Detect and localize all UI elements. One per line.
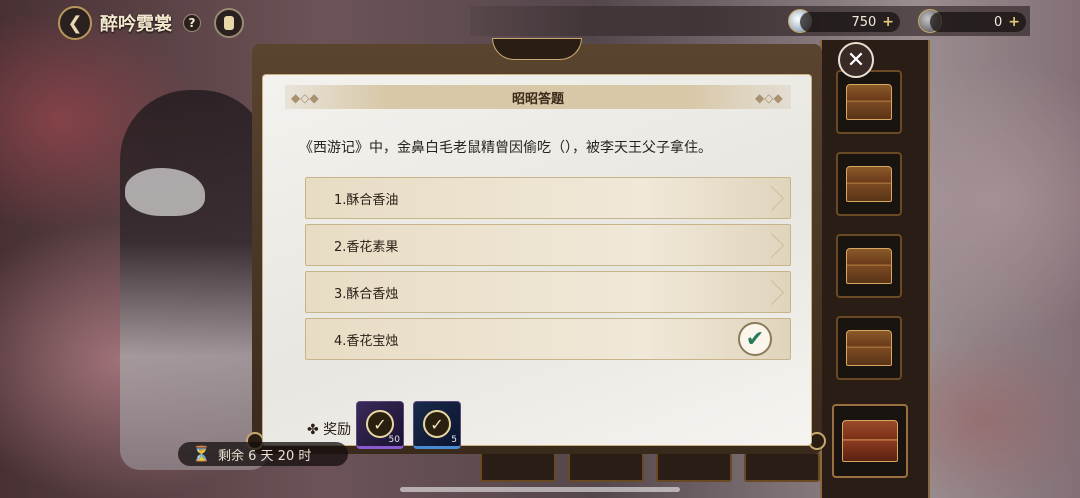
chest-icon: [846, 166, 892, 202]
dialog-title: 昭昭答题: [511, 91, 564, 107]
answer-option-3[interactable]: 3.酥合香烛: [305, 271, 791, 313]
answer-option-label: 1.酥合香油: [334, 192, 399, 208]
answer-option-label: 3.酥合香烛: [334, 286, 399, 302]
chest-slot-featured[interactable]: [832, 404, 908, 478]
close-icon: ✕: [846, 47, 866, 73]
header-left-ornament-icon: ◆◇◆: [291, 91, 319, 105]
currency-gear-value: 0: [993, 14, 1003, 30]
hourglass-icon: ⏳: [192, 445, 211, 463]
bottom-slot[interactable]: [568, 452, 644, 482]
answer-option-1[interactable]: 1.酥合香油: [305, 177, 791, 219]
answer-option-label: 4.香花宝烛: [334, 333, 399, 349]
dialog-header: ◆◇◆ 昭昭答题 ◆◇◆: [285, 85, 791, 109]
chest-icon: [846, 84, 892, 120]
answer-option-4[interactable]: 4.香花宝烛 ✔: [305, 318, 791, 360]
token-check-icon: ✓: [366, 410, 394, 438]
chest-icon: [846, 248, 892, 284]
bottom-slot[interactable]: [744, 452, 820, 482]
reward-item-purple[interactable]: ✓ 50: [356, 401, 404, 449]
dialog-ornament: [492, 38, 582, 60]
bottom-slot[interactable]: [480, 452, 556, 482]
chest-slot[interactable]: [836, 234, 902, 298]
add-gear-coin-button[interactable]: +: [1008, 14, 1020, 30]
dialog-panel: ◆◇◆ 昭昭答题 ◆◇◆ 《西游记》中，金鼻白毛老鼠精曾因偷吃（），被李天王父子…: [262, 74, 812, 449]
header-right-ornament-icon: ◆◇◆: [755, 91, 783, 105]
quiz-dialog: ◆◇◆ 昭昭答题 ◆◇◆ 《西游记》中，金鼻白毛老鼠精曾因偷吃（），被李天王父子…: [246, 38, 826, 454]
currency-coin[interactable]: 750 +: [800, 12, 900, 32]
token-check-icon: ✓: [423, 410, 451, 438]
chest-slot[interactable]: [836, 316, 902, 380]
help-button[interactable]: ?: [183, 14, 201, 32]
chest-slot[interactable]: [836, 70, 902, 134]
currency-coin-value: 750: [851, 14, 877, 30]
remaining-time-text: 剩余 6 天 20 时: [218, 448, 312, 464]
check-icon: ✔: [738, 322, 772, 356]
bottom-slot-row: [480, 452, 820, 482]
reward-count: 50: [388, 435, 400, 445]
page-title: 醉吟霓裳: [100, 14, 172, 35]
chest-icon: [842, 420, 898, 462]
currency-gear[interactable]: 0 +: [930, 12, 1026, 32]
back-button[interactable]: ❮: [58, 6, 92, 40]
lantern-icon[interactable]: [214, 8, 244, 38]
chest-icon: [846, 330, 892, 366]
answer-option-label: 2.香花素果: [334, 239, 399, 255]
answer-option-2[interactable]: 2.香花素果: [305, 224, 791, 266]
reward-count: 5: [451, 435, 457, 445]
back-arrow-icon: ❮: [67, 12, 83, 34]
close-button[interactable]: ✕: [838, 42, 874, 78]
bottom-slot[interactable]: [656, 452, 732, 482]
reward-item-blue[interactable]: ✓ 5: [413, 401, 461, 449]
question-text: 《西游记》中，金鼻白毛老鼠精曾因偷吃（），被李天王父子拿住。: [299, 140, 712, 156]
home-indicator[interactable]: [400, 487, 680, 492]
chest-slot[interactable]: [836, 152, 902, 216]
add-coin-button[interactable]: +: [882, 14, 894, 30]
reward-label: ✤ 奖励: [307, 422, 352, 438]
